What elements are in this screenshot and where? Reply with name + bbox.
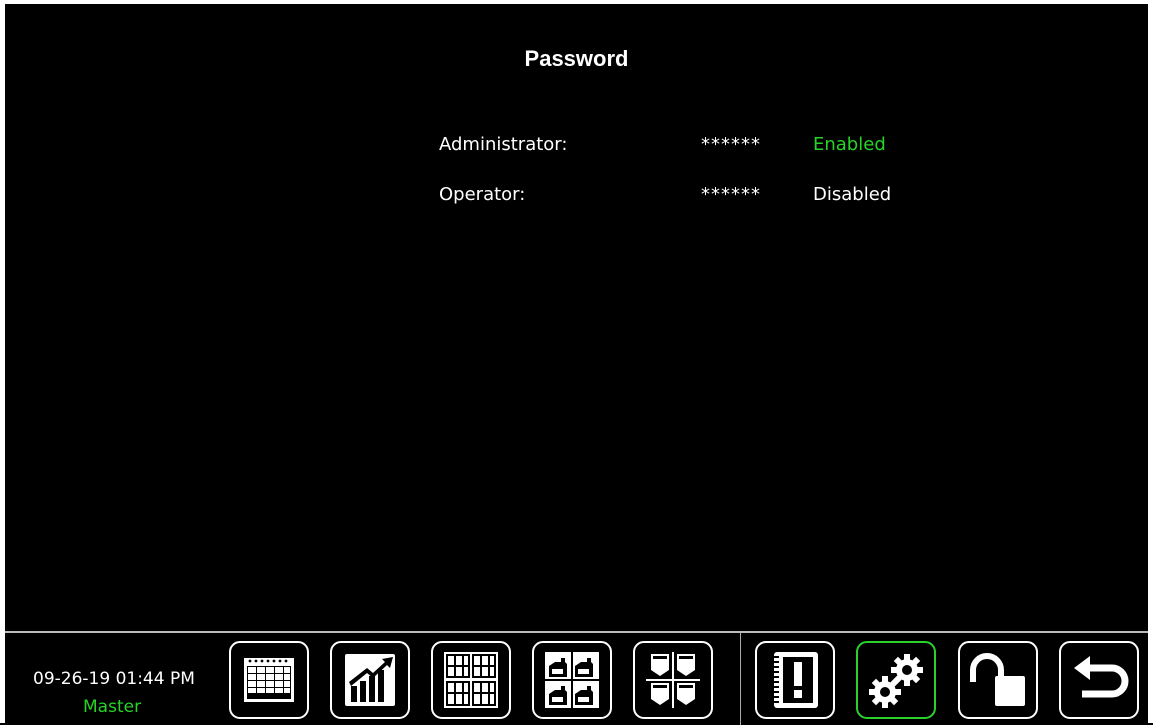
sensor-grid-icon [444,652,498,708]
unlock-icon [970,653,1025,706]
password-mask[interactable]: ****** [701,184,761,205]
account-label: Administrator: [439,134,568,155]
alarm-log-button[interactable] [755,641,835,719]
tank-grid-icon [646,652,700,708]
settings-button[interactable] [856,641,936,719]
status-enabled[interactable]: Enabled [813,134,886,155]
password-screen: Password Administrator: ****** Enabled O… [0,0,1153,723]
toolbar-separator [740,633,741,725]
status-disabled[interactable]: Disabled [813,184,891,205]
settings-gears-icon [869,654,923,708]
bottle-grid-icon [545,652,599,708]
password-mask[interactable]: ****** [701,134,761,155]
calendar-icon [244,658,294,702]
page-title: Password [524,46,629,71]
datetime-display: 09-26-19 01:44 PM [33,669,195,689]
login-button[interactable] [958,641,1038,719]
alarm-notebook-icon [774,652,818,708]
bottom-toolbar: 09-26-19 01:44 PM Master [5,631,1148,725]
account-label: Operator: [439,184,526,205]
trend-chart-button[interactable] [330,641,410,719]
current-user: Master [83,697,142,717]
calendar-button[interactable] [229,641,309,719]
back-button[interactable] [1059,641,1139,719]
sensor-grid-button[interactable] [431,641,511,719]
trend-chart-icon [345,654,395,706]
back-arrow-icon [1074,656,1129,698]
tank-grid-button[interactable] [633,641,713,719]
bottle-grid-button[interactable] [532,641,612,719]
